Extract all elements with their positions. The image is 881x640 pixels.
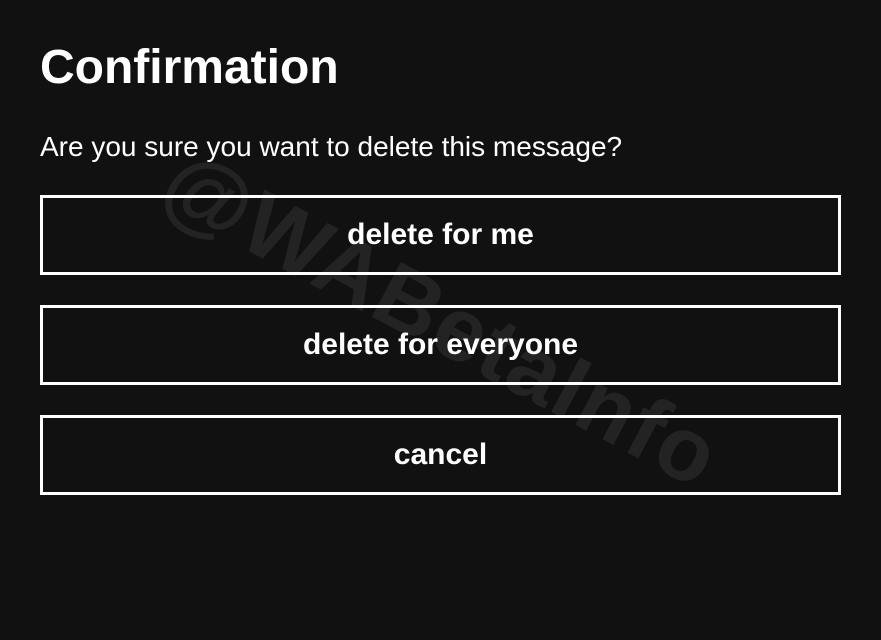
delete-for-everyone-button[interactable]: delete for everyone xyxy=(40,305,841,385)
dialog-title: Confirmation xyxy=(40,40,841,95)
delete-for-me-button[interactable]: delete for me xyxy=(40,195,841,275)
cancel-button[interactable]: cancel xyxy=(40,415,841,495)
dialog-message: Are you sure you want to delete this mes… xyxy=(40,131,841,163)
